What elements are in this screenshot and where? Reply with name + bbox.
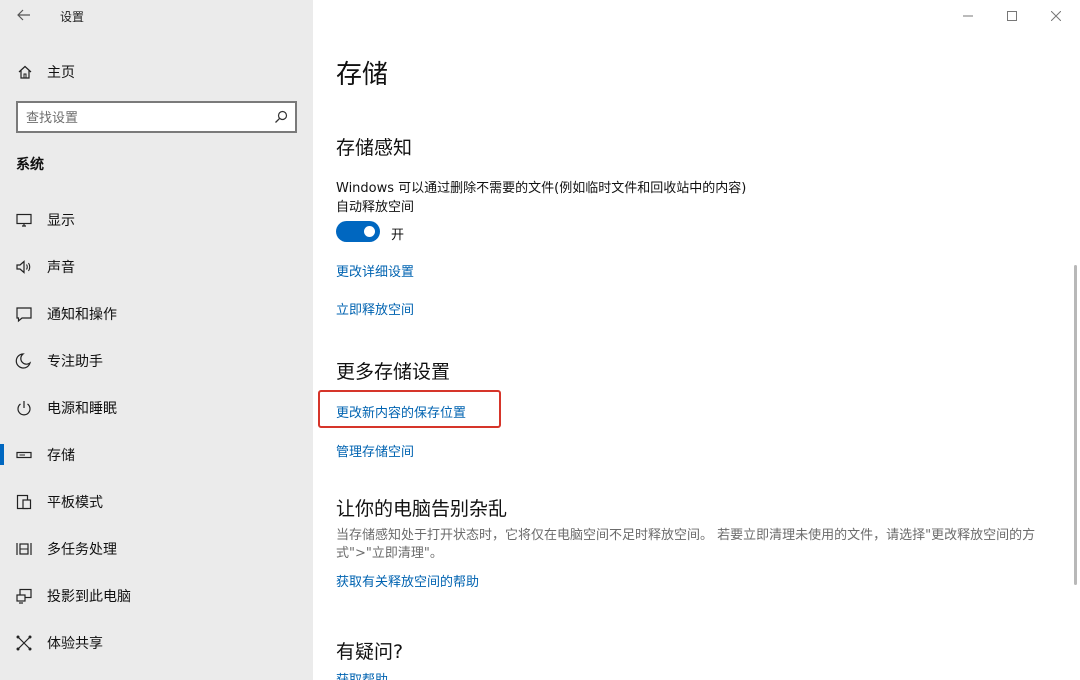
change-detailed-settings-link[interactable]: 更改详细设置 [336,261,414,280]
sidebar-item-focus-assist[interactable]: 专注助手 [0,337,313,384]
free-space-now-link[interactable]: 立即释放空间 [336,299,414,318]
sidebar-item-label: 声音 [47,259,75,276]
power-icon [15,399,33,417]
sidebar-item-storage[interactable]: 存储 [0,431,313,478]
sidebar-item-label: 多任务处理 [47,541,117,558]
sidebar-item-project-to-pc[interactable]: 投影到此电脑 [0,572,313,619]
sidebar-item-sound[interactable]: 声音 [0,243,313,290]
multitask-icon [15,540,33,558]
sidebar: 设置 主页 系统 显示 声音 通知和操作 [0,0,313,680]
sidebar-item-power[interactable]: 电源和睡眠 [0,384,313,431]
sidebar-item-display[interactable]: 显示 [0,196,313,243]
sidebar-item-shared-experiences[interactable]: 体验共享 [0,619,313,666]
back-button[interactable] [12,4,36,26]
storage-sense-description-line2: 自动释放空间 [336,200,415,215]
sidebar-item-multitasking[interactable]: 多任务处理 [0,525,313,572]
search-icon[interactable] [273,109,289,125]
sidebar-item-notifications[interactable]: 通知和操作 [0,290,313,337]
notification-icon [15,305,33,323]
main-content: 存储 存储感知 Windows 可以通过删除不需要的文件(例如临时文件和回收站中… [313,0,1080,680]
free-space-help-link[interactable]: 获取有关释放空间的帮助 [336,571,479,590]
home-icon [17,64,33,80]
toggle-state-label: 开 [391,228,405,243]
sidebar-item-label: 主页 [47,65,75,81]
app-title: 设置 [60,10,85,24]
display-icon [15,211,33,229]
project-icon [15,587,33,605]
back-arrow-icon [17,9,30,21]
storage-icon [15,446,33,464]
storage-sense-heading: 存储感知 [336,137,413,159]
share-icon [15,634,33,652]
change-save-location-link[interactable]: 更改新内容的保存位置 [336,402,466,421]
sidebar-item-label: 平板模式 [47,494,103,511]
storage-sense-toggle[interactable] [336,221,380,242]
sidebar-item-label: 专注助手 [47,353,103,370]
sidebar-item-label: 显示 [47,212,75,229]
speaker-icon [15,258,33,276]
sidebar-item-label: 存储 [47,447,75,464]
title-bar: 设置 [0,0,313,32]
search-input[interactable] [26,108,256,128]
scrollbar[interactable] [1074,265,1077,585]
page-title: 存储 [336,60,389,90]
tablet-icon [15,493,33,511]
sidebar-section-title: 系统 [16,157,44,173]
sidebar-item-tablet-mode[interactable]: 平板模式 [0,478,313,525]
more-storage-settings-heading: 更多存储设置 [336,361,451,383]
sidebar-item-home[interactable]: 主页 [0,56,313,88]
sidebar-item-label: 通知和操作 [47,306,117,323]
storage-sense-description: Windows 可以通过删除不需要的文件(例如临时文件和回收站中的内容) [336,181,747,196]
sidebar-item-label: 电源和睡眠 [47,400,117,417]
declutter-description: 当存储感知处于打开状态时，它将仅在电脑空间不足时释放空间。 若要立即清理未使用的… [336,528,1036,561]
sidebar-item-label: 体验共享 [47,635,103,652]
sidebar-item-label: 投影到此电脑 [47,588,131,605]
moon-icon [15,352,33,370]
declutter-heading: 让你的电脑告别杂乱 [336,498,508,520]
questions-heading: 有疑问? [336,641,404,663]
sidebar-nav: 显示 声音 通知和操作 专注助手 电源和睡眠 存储 平板模式 多任务处理 投影到… [0,196,313,666]
toggle-knob [364,226,375,237]
manage-storage-spaces-link[interactable]: 管理存储空间 [336,441,414,460]
search-box[interactable] [16,101,297,133]
get-help-link[interactable]: 获取帮助 [336,669,388,680]
